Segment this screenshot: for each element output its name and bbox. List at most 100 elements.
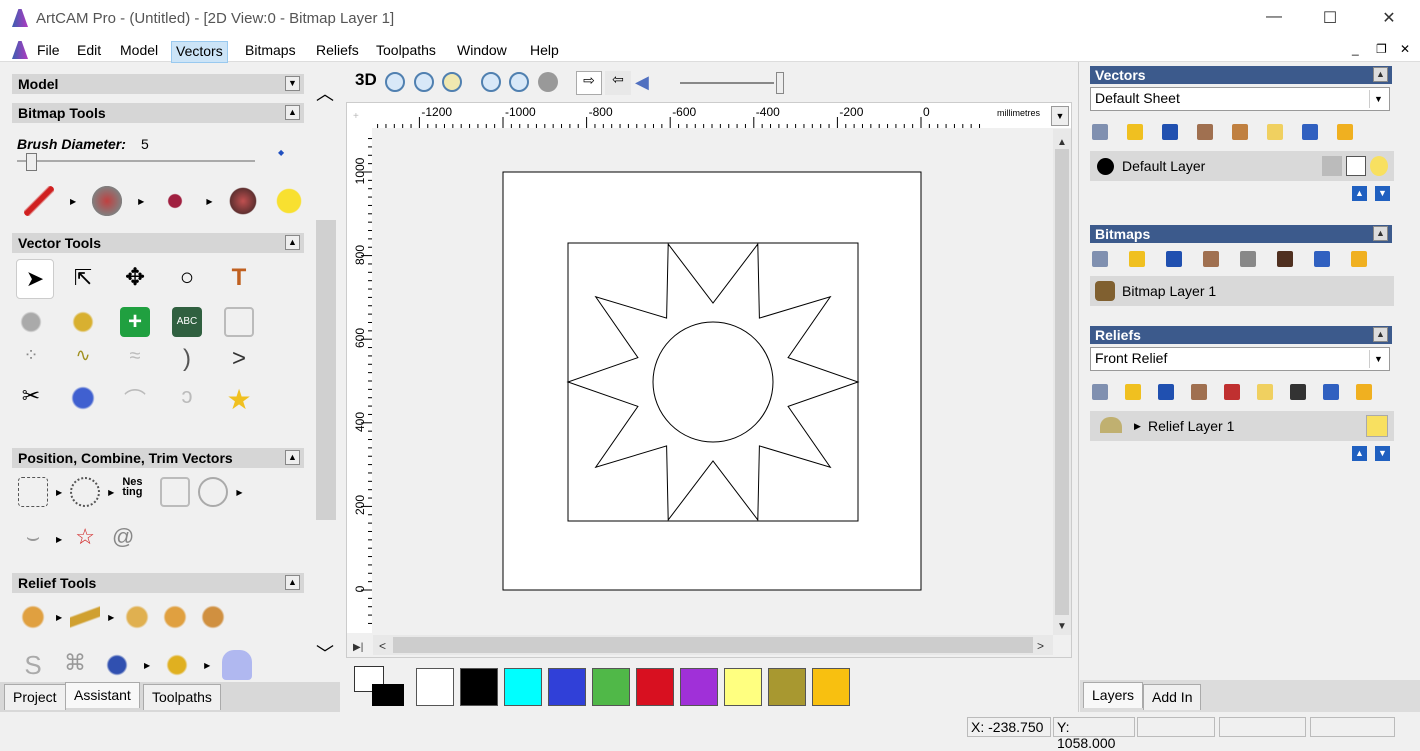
reliefs-header[interactable]: Reliefs ▲ [1090, 326, 1392, 344]
offset-icon[interactable]: > [224, 345, 254, 375]
color-swatch[interactable] [636, 668, 674, 706]
move-up-icon[interactable]: ▲ [1352, 186, 1367, 201]
vector-sheet-select[interactable]: Default Sheet ▼ [1090, 87, 1390, 111]
scroll-down-icon[interactable]: ﹀ [316, 640, 334, 666]
open-icon[interactable] [1127, 124, 1143, 140]
tab-project[interactable]: Project [4, 684, 66, 710]
shape-editor-icon[interactable] [18, 602, 48, 632]
mirror-icon[interactable]: ↄ [172, 383, 202, 413]
menu-help[interactable]: Help [526, 41, 563, 63]
weave-icon[interactable]: ⌘ [60, 650, 90, 680]
menu-toolpaths[interactable]: Toolpaths [372, 41, 440, 63]
zoom-previous-icon[interactable] [442, 72, 462, 92]
close-button[interactable]: ✕ [1379, 8, 1399, 28]
open-icon[interactable] [1125, 384, 1141, 400]
weld-icon[interactable] [160, 477, 191, 507]
expand-arrow-icon[interactable]: ▶ [1134, 411, 1141, 441]
grey-icon[interactable] [1240, 251, 1256, 267]
save-icon[interactable] [1158, 384, 1174, 400]
3d-view-button[interactable]: 3D [355, 70, 377, 90]
open-icon[interactable] [1129, 251, 1145, 267]
new-layer-icon[interactable] [1092, 251, 1108, 267]
fit-arcs-icon[interactable]: ) [172, 345, 202, 375]
wrap-relief-icon[interactable] [222, 650, 253, 680]
circle-icon[interactable]: ○ [172, 259, 202, 291]
bulb-icon[interactable] [1370, 156, 1388, 176]
color-swatch[interactable] [548, 668, 586, 706]
bulb-icon[interactable] [1366, 415, 1388, 437]
star-icon[interactable]: ★ [224, 383, 254, 415]
copy-icon[interactable] [1191, 384, 1207, 400]
relief-select[interactable]: Front Relief ▼ [1090, 347, 1390, 371]
zoom-selection-icon[interactable] [538, 72, 558, 92]
layer-default[interactable]: Default Layer [1090, 151, 1394, 181]
ruler-units-dropdown[interactable]: ▼ [1051, 106, 1069, 126]
select-icon[interactable]: ➤ [16, 259, 54, 299]
mdi-close-button[interactable]: ✕ [1400, 42, 1410, 56]
menu-bitmaps[interactable]: Bitmaps [241, 41, 300, 63]
color-swatch[interactable] [416, 668, 454, 706]
pencil-icon[interactable] [24, 186, 54, 216]
slider-thumb[interactable] [776, 72, 784, 94]
menu-reliefs[interactable]: Reliefs [312, 41, 363, 63]
color-swatch[interactable] [680, 668, 718, 706]
lock-icon[interactable] [1322, 156, 1342, 176]
section-position-combine[interactable]: Position, Combine, Trim Vectors ▲ [12, 448, 304, 468]
color-swatch[interactable] [812, 668, 850, 706]
new-layer-icon[interactable] [1092, 124, 1108, 140]
minimize-button[interactable]: — [1264, 8, 1284, 26]
fillet-icon[interactable]: ⌣ [18, 524, 48, 554]
layer-bitmap[interactable]: Bitmap Layer 1 [1090, 276, 1394, 306]
menu-vectors[interactable]: Vectors [171, 41, 228, 63]
align-icon[interactable] [18, 477, 48, 507]
sculpt-icon[interactable] [162, 650, 193, 680]
array-icon[interactable] [70, 477, 101, 507]
vectors-header[interactable]: Vectors ▲ [1090, 66, 1392, 84]
extrude-relief-icon[interactable] [70, 602, 101, 632]
fill-icon[interactable] [92, 186, 123, 216]
palette-icon[interactable] [228, 186, 259, 216]
measure-icon[interactable] [68, 307, 98, 337]
trim-icon[interactable] [198, 477, 229, 507]
maximize-button[interactable]: ☐ [1320, 8, 1340, 28]
face-icon[interactable] [102, 650, 132, 680]
collapse-icon[interactable]: ▲ [285, 575, 300, 590]
chevron-down-icon[interactable]: ▼ [1369, 90, 1387, 108]
cut-icon[interactable]: ✂ [16, 383, 46, 413]
bitmaps-header[interactable]: Bitmaps ▲ [1090, 225, 1392, 243]
turn-icon[interactable] [160, 602, 191, 632]
section-bitmap-tools[interactable]: Bitmap Tools ▲ [12, 103, 304, 123]
section-model[interactable]: Model ▼ [12, 74, 304, 94]
grid-icon[interactable] [224, 307, 254, 337]
section-vector-tools[interactable]: Vector Tools ▲ [12, 233, 304, 253]
collapse-icon[interactable]: ▲ [285, 450, 300, 465]
move-up-icon[interactable]: ▲ [1352, 446, 1367, 461]
document-icon[interactable] [12, 41, 28, 59]
copy-icon[interactable] [1203, 251, 1219, 267]
nodes-icon[interactable]: ⁘ [16, 345, 46, 375]
save-icon[interactable] [1166, 251, 1182, 267]
spiral-icon[interactable]: @ [108, 524, 138, 554]
delete-icon[interactable] [1314, 251, 1330, 267]
color-swatch[interactable] [724, 668, 762, 706]
collapse-icon[interactable]: ▲ [285, 235, 300, 250]
collapse-icon[interactable]: ▲ [1373, 226, 1388, 241]
combine-icon[interactable] [1224, 384, 1240, 400]
edit-icon[interactable] [1346, 156, 1366, 176]
slider-thumb[interactable] [26, 153, 37, 171]
two-rail-icon[interactable] [198, 602, 229, 632]
delete-icon[interactable] [1323, 384, 1339, 400]
merge-icon[interactable] [1232, 124, 1248, 140]
new-layer-icon[interactable] [1092, 384, 1108, 400]
zoom-actual-icon[interactable] [481, 72, 501, 92]
move-down-icon[interactable]: ▼ [1375, 446, 1390, 461]
visibility-icon[interactable] [1257, 384, 1273, 400]
brush-diameter-slider[interactable] [17, 160, 255, 162]
collapse-icon[interactable]: ▲ [1373, 67, 1388, 82]
expand-icon[interactable]: ▼ [285, 76, 300, 91]
chain-icon[interactable]: ∿ [68, 345, 98, 375]
menu-file[interactable]: File [33, 41, 64, 63]
contrast-slider[interactable] [680, 82, 774, 84]
save-icon[interactable] [1162, 124, 1178, 140]
visibility-icon[interactable] [1267, 124, 1283, 140]
